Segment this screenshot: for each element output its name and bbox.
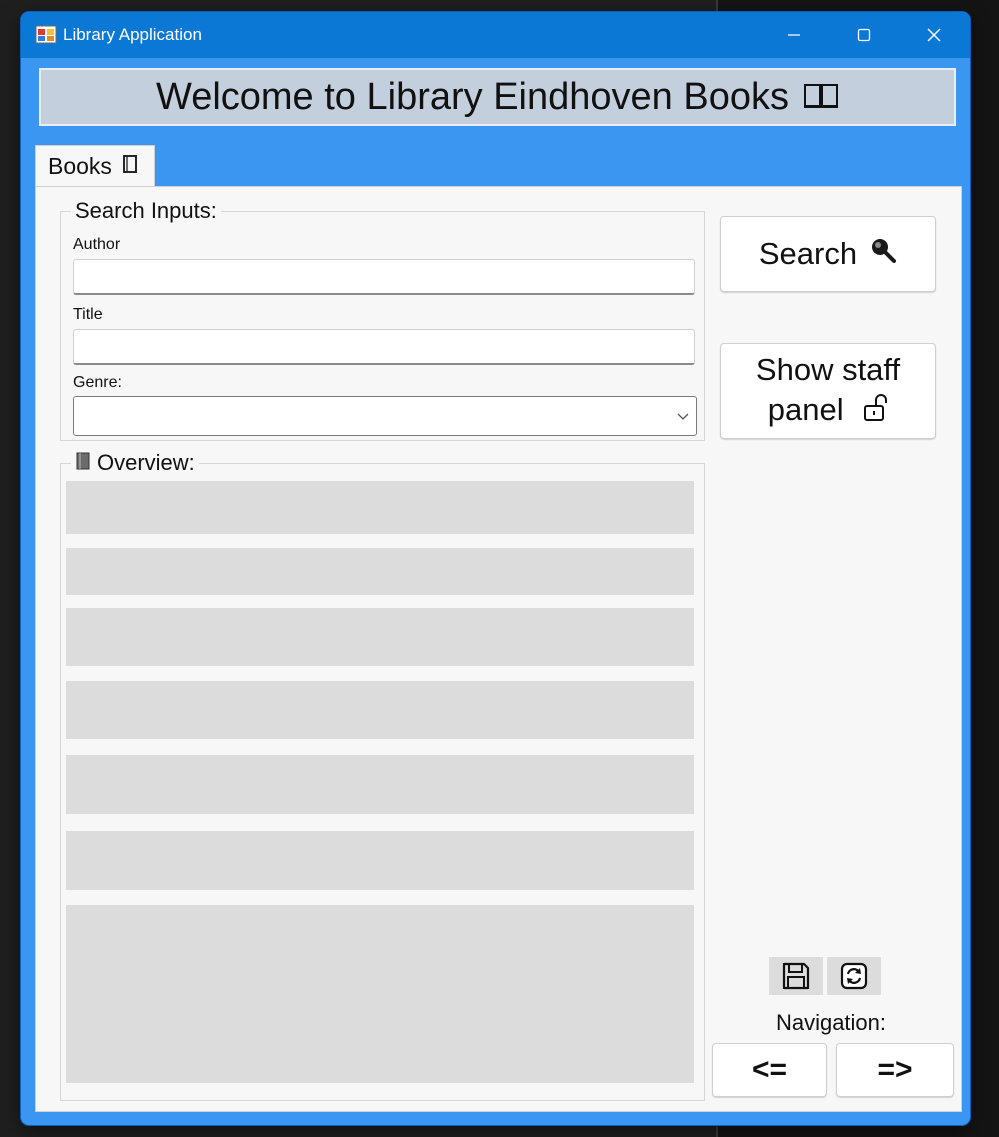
minimize-button[interactable] [759, 12, 829, 58]
list-item[interactable] [66, 481, 694, 534]
next-button[interactable]: => [836, 1043, 954, 1097]
title-label: Title [73, 306, 103, 323]
search-inputs-legend: Search Inputs: [71, 198, 221, 224]
app-window: Library Application Welcome to Library E… [21, 12, 970, 1125]
search-inputs-group: Search Inputs: Author Title Genre: [60, 198, 705, 441]
genre-label: Genre: [73, 374, 122, 391]
floppy-disk-icon [782, 962, 810, 990]
close-button[interactable] [899, 12, 969, 58]
overview-legend-label: Overview: [97, 450, 195, 475]
window-title: Library Application [63, 25, 202, 44]
title-input[interactable] [73, 329, 695, 365]
title-bar[interactable]: Library Application [21, 12, 970, 58]
book-icon [122, 153, 138, 180]
magnifier-icon [869, 236, 897, 272]
books-tab-panel: Search Inputs: Author Title Genre: Overv… [35, 186, 962, 1112]
list-item[interactable] [66, 608, 694, 666]
notebook-icon [75, 450, 91, 476]
author-input[interactable] [73, 259, 695, 295]
maximize-icon [857, 28, 871, 42]
minimize-icon [788, 34, 800, 36]
overview-group: Overview: [60, 450, 705, 1101]
staff-button-line2: panel [767, 392, 844, 427]
refresh-button[interactable] [827, 957, 881, 995]
author-label: Author [73, 236, 121, 253]
tab-books[interactable]: Books [35, 145, 155, 187]
close-icon [927, 28, 941, 42]
staff-button-line1: Show staff [755, 352, 901, 387]
staff-button-line2-row: panel [768, 390, 888, 432]
unlock-icon [862, 392, 888, 432]
overview-legend: Overview: [71, 450, 199, 476]
tab-books-label: Books [48, 153, 112, 179]
search-button[interactable]: Search [720, 216, 936, 292]
app-icon [35, 24, 57, 46]
banner-text: Welcome to Library Eindhoven Books [156, 75, 789, 118]
genre-select[interactable] [73, 396, 697, 436]
open-book-icon [803, 76, 839, 119]
list-item[interactable] [66, 755, 694, 814]
navigation-label: Navigation: [775, 1010, 887, 1035]
list-item[interactable] [66, 681, 694, 739]
list-item[interactable] [66, 905, 694, 1083]
list-item[interactable] [66, 548, 694, 595]
show-staff-panel-button[interactable]: Show staff panel [720, 343, 936, 439]
refresh-icon [840, 962, 868, 990]
welcome-banner: Welcome to Library Eindhoven Books [39, 68, 956, 126]
save-button[interactable] [769, 957, 823, 995]
maximize-button[interactable] [829, 12, 899, 58]
search-button-label: Search [758, 236, 858, 271]
chevron-down-icon [676, 409, 690, 428]
list-item[interactable] [66, 831, 694, 890]
previous-button[interactable]: <= [712, 1043, 827, 1097]
